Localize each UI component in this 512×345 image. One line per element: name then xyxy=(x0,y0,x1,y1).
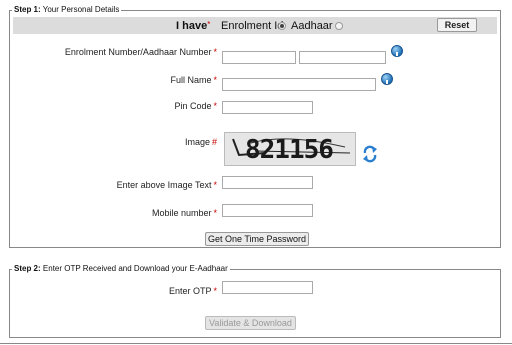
image-text-input[interactable] xyxy=(222,176,313,189)
i-have-label: I have* xyxy=(176,20,211,32)
step1-legend: Step 1: Your Personal Details xyxy=(12,5,122,14)
enrolment-number-input-2[interactable] xyxy=(299,51,386,64)
otp-input[interactable] xyxy=(222,281,313,294)
captcha-image: 821156 xyxy=(224,132,356,166)
get-otp-button[interactable]: Get One Time Password xyxy=(205,232,309,246)
personal-details-section: Step 1: Your Personal Details I have* En… xyxy=(9,5,501,248)
image-label: Image # xyxy=(184,137,217,147)
reset-button[interactable]: Reset xyxy=(437,18,477,32)
aadhaar-option-label: Aadhaar xyxy=(291,20,333,32)
step2-legend-text: Enter OTP Received and Download your E-A… xyxy=(42,264,228,273)
otp-section: Step 2: Enter OTP Received and Download … xyxy=(9,264,501,338)
full-name-label: Full Name * xyxy=(170,75,217,85)
info-icon[interactable] xyxy=(381,73,393,85)
full-name-input[interactable] xyxy=(222,78,376,91)
refresh-icon[interactable] xyxy=(362,145,378,163)
bottom-divider xyxy=(0,343,512,344)
enrolment-id-radio[interactable] xyxy=(278,22,286,30)
aadhaar-radio[interactable] xyxy=(335,22,343,30)
pin-code-input[interactable] xyxy=(222,101,313,114)
mobile-number-input[interactable] xyxy=(222,204,313,217)
enrolment-number-input-1[interactable] xyxy=(222,51,296,64)
enrolment-id-option-label: Enrolment Id xyxy=(221,20,284,32)
captcha-text: 821156 xyxy=(245,135,334,165)
step1-legend-step: Step 1: xyxy=(14,5,41,14)
step2-legend: Step 2: Enter OTP Received and Download … xyxy=(12,264,230,273)
required-mark: * xyxy=(207,20,211,29)
step1-legend-text: Your Personal Details xyxy=(42,5,120,14)
image-text-label: Enter above Image Text * xyxy=(116,180,217,190)
validate-download-button[interactable]: Validate & Download xyxy=(205,316,296,330)
id-type-bar: I have* Enrolment Id Aadhaar Reset xyxy=(13,17,497,34)
mobile-number-label: Mobile number * xyxy=(151,208,217,218)
info-icon[interactable] xyxy=(391,45,403,57)
step2-legend-step: Step 2: xyxy=(14,264,41,273)
pin-code-label: Pin Code * xyxy=(174,101,217,111)
otp-label: Enter OTP * xyxy=(168,286,217,296)
enrolment-number-label: Enrolment Number/Aadhaar Number * xyxy=(64,47,217,57)
